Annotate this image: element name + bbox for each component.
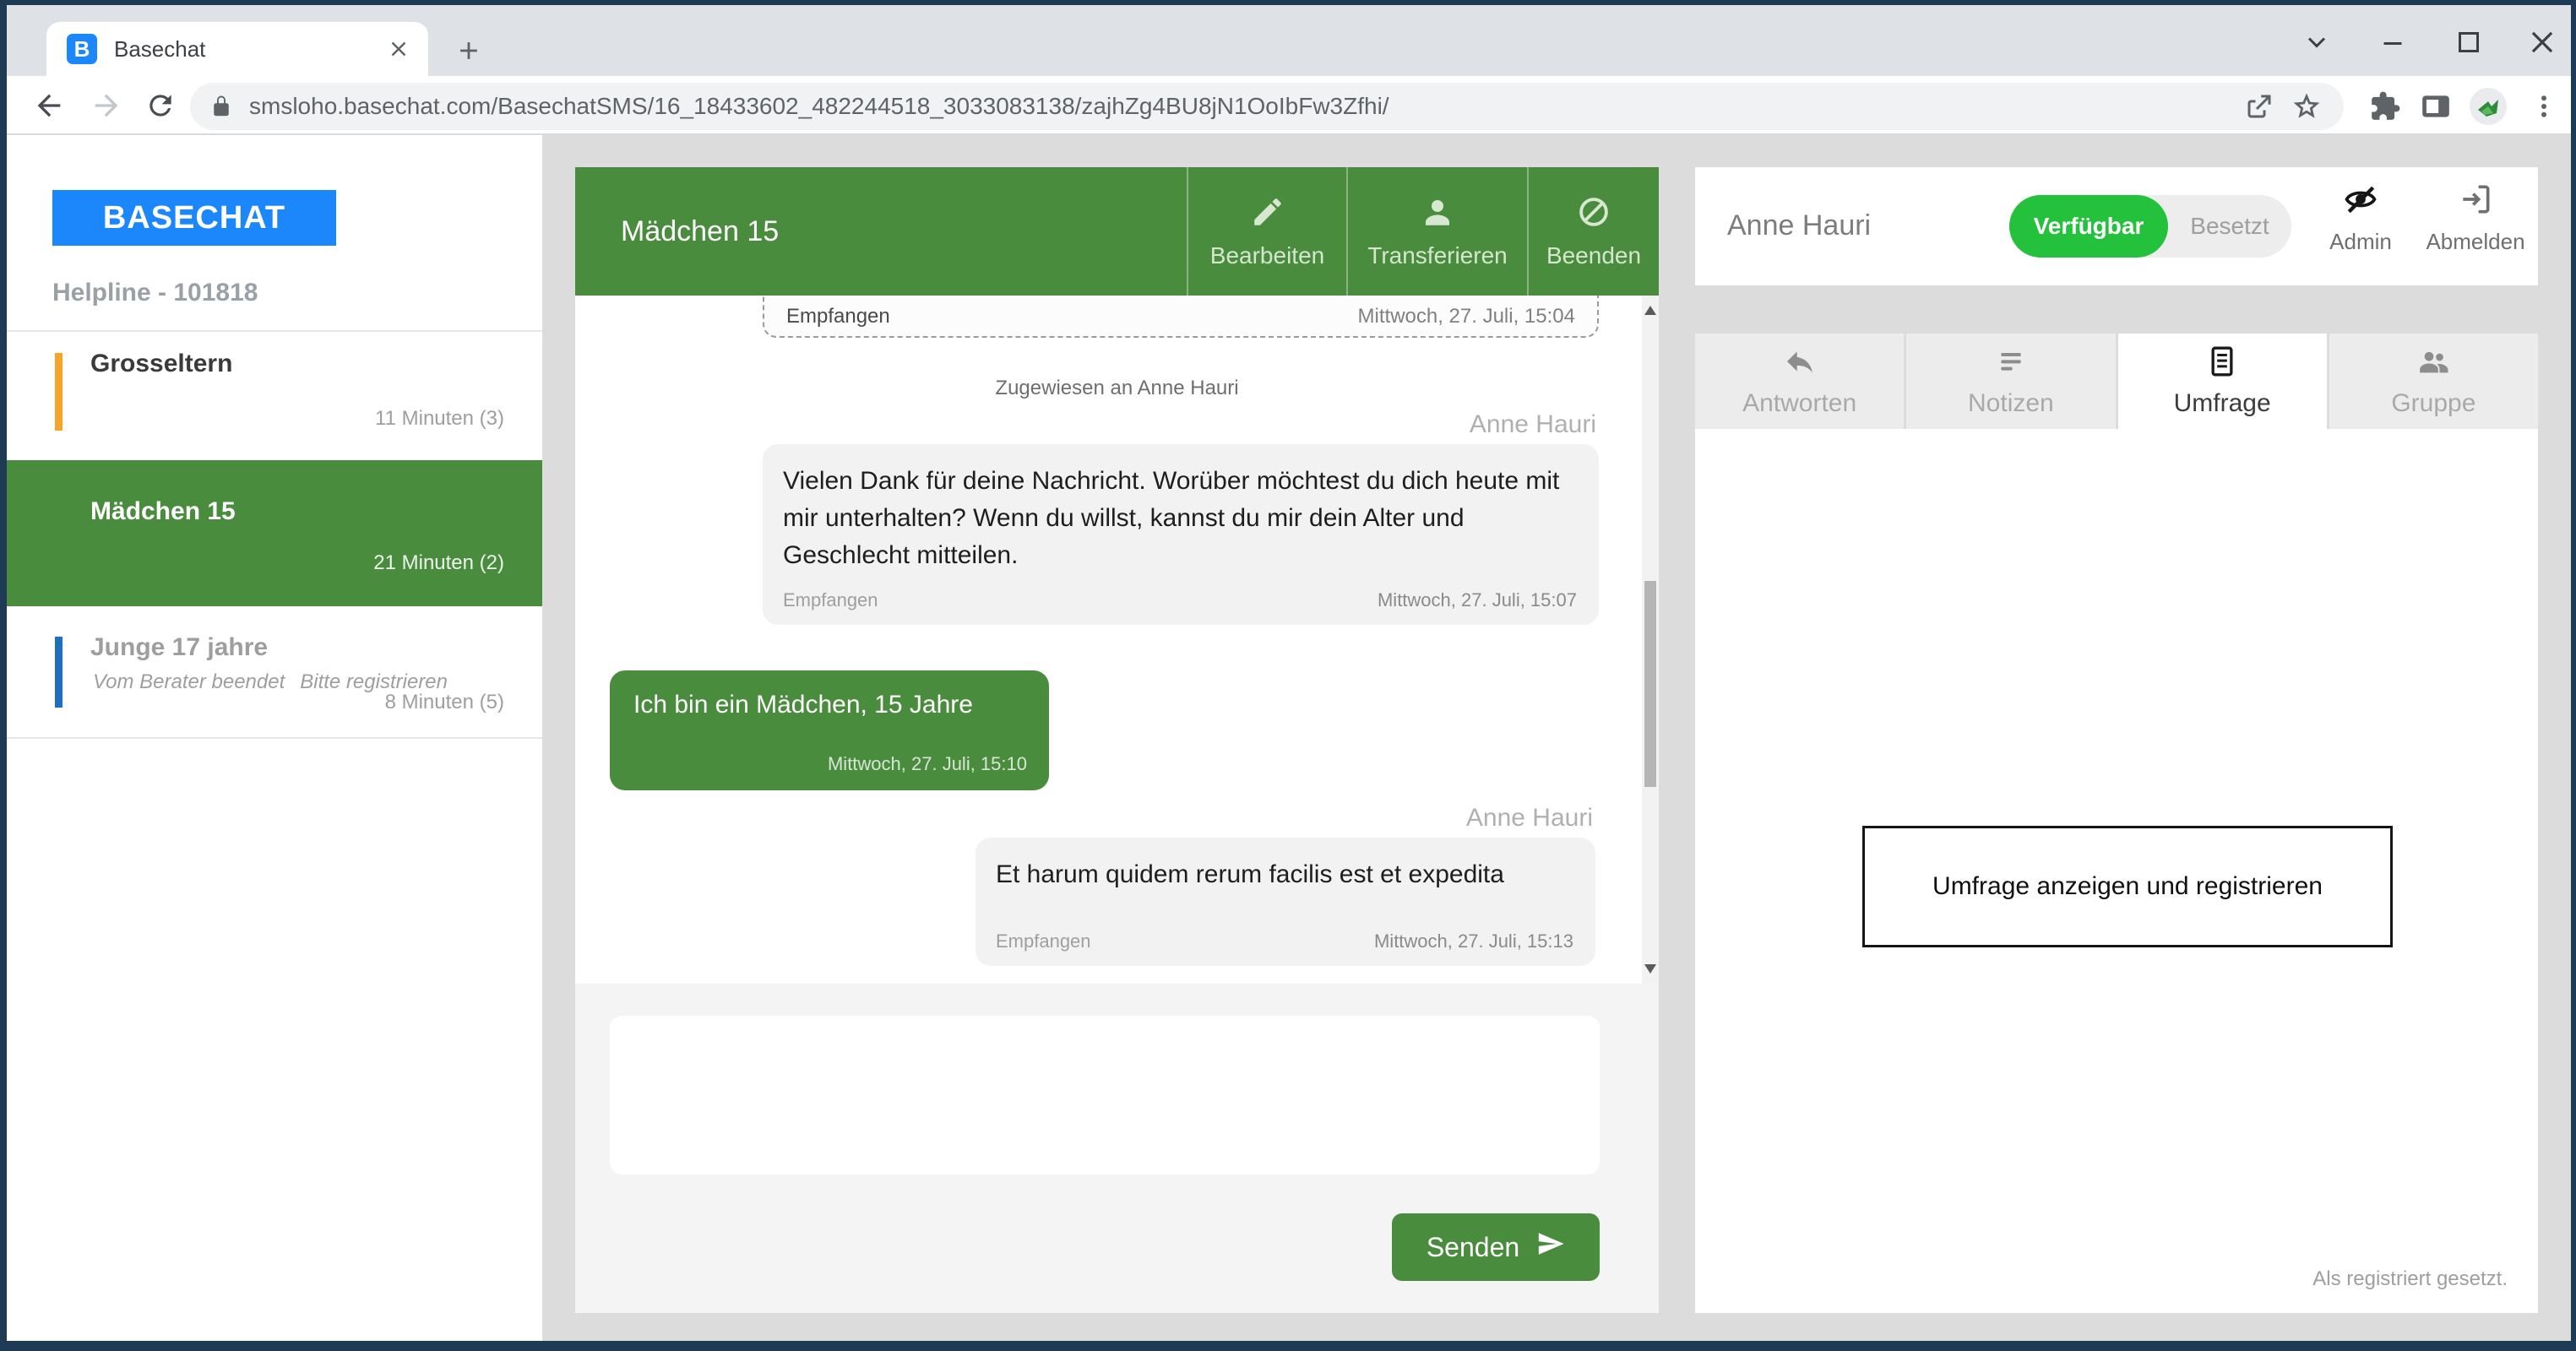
message-status: Empfangen bbox=[786, 305, 890, 328]
chat-list-item-junge-17[interactable]: Junge 17 jahre Vom Berater beendetBitte … bbox=[7, 608, 542, 739]
chat-title: Mädchen 15 bbox=[575, 167, 1187, 296]
eye-off-icon bbox=[2342, 181, 2379, 222]
logout-button[interactable]: Abmelden bbox=[2420, 181, 2531, 255]
message-status: Empfangen bbox=[783, 589, 878, 611]
tab-notizen[interactable]: Notizen bbox=[1906, 334, 2115, 429]
transfer-chat-button[interactable]: Transferieren bbox=[1346, 167, 1527, 296]
send-button[interactable]: Senden bbox=[1392, 1213, 1600, 1281]
message-time: Mittwoch, 27. Juli, 15:07 bbox=[1378, 589, 1577, 611]
logout-icon bbox=[2457, 181, 2494, 222]
umfrage-tab-content: Umfrage anzeigen und registrieren Als re… bbox=[1695, 429, 2538, 1313]
agent-header-card: Anne Hauri Verfügbar Besetzt Admin Abmel… bbox=[1695, 167, 2538, 285]
forward-icon[interactable] bbox=[88, 87, 125, 124]
busy-toggle-option[interactable]: Besetzt bbox=[2168, 195, 2291, 258]
window-frame-bottom bbox=[0, 1341, 2576, 1351]
browser-menu-icon[interactable] bbox=[2522, 84, 2566, 128]
survey-list-icon bbox=[2205, 345, 2239, 383]
basechat-logo[interactable]: BASECHAT bbox=[52, 190, 336, 246]
edit-chat-button[interactable]: Bearbeiten bbox=[1187, 167, 1346, 296]
chat-accent-bar bbox=[55, 637, 62, 708]
chat-list-item-grosseltern[interactable]: Grosseltern 11 Minuten (3) bbox=[7, 338, 542, 458]
chat-header: Mädchen 15 Bearbeiten Transferieren Been… bbox=[575, 167, 1659, 296]
browser-tab[interactable]: B Basechat bbox=[46, 22, 428, 76]
window-maximize-button[interactable] bbox=[2443, 17, 2494, 68]
message-text: Vielen Dank für deine Nachricht. Worüber… bbox=[783, 463, 1580, 574]
group-icon bbox=[2416, 345, 2450, 383]
url-text: smsloho.basechat.com/BasechatSMS/16_1843… bbox=[249, 93, 2236, 120]
chat-panel: Mädchen 15 Bearbeiten Transferieren Been… bbox=[575, 167, 1659, 1313]
message-time: Mittwoch, 27. Juli, 15:10 bbox=[828, 753, 1027, 775]
message-input[interactable] bbox=[610, 1016, 1600, 1175]
message-status: Empfangen bbox=[996, 931, 1091, 952]
tab-close-icon[interactable] bbox=[386, 36, 411, 62]
sidebar: BASECHAT Helpline - 101818 Grosseltern 1… bbox=[7, 135, 542, 1341]
new-tab-button[interactable] bbox=[448, 30, 489, 71]
window-frame-left bbox=[0, 0, 7, 1351]
lock-icon bbox=[209, 94, 234, 119]
assignment-event-text: Zugewiesen an Anne Hauri bbox=[575, 377, 1659, 400]
show-survey-button[interactable]: Umfrage anzeigen und registrieren bbox=[1862, 826, 2393, 947]
composer-area: Senden bbox=[575, 984, 1659, 1313]
chat-item-time: 21 Minuten (2) bbox=[373, 551, 504, 575]
window-close-button[interactable] bbox=[2517, 17, 2568, 68]
bookmark-star-icon[interactable] bbox=[2283, 90, 2330, 122]
side-panel-icon[interactable] bbox=[2414, 84, 2458, 128]
agent-name: Anne Hauri bbox=[1727, 209, 1871, 242]
window-minimize-button[interactable] bbox=[2367, 17, 2418, 68]
chat-list-item-maedchen-15-selected[interactable]: Mädchen 15 21 Minuten (2) bbox=[7, 460, 542, 606]
tab-strip: B Basechat bbox=[7, 5, 2571, 76]
browser-toolbar: smsloho.basechat.com/BasechatSMS/16_1843… bbox=[7, 76, 2571, 135]
notes-lines-icon bbox=[1994, 345, 2028, 383]
client-message-bubble: Ich bin ein Mädchen, 15 Jahre Mittwoch, … bbox=[610, 670, 1049, 790]
message-text: Et harum quidem rerum facilis est et exp… bbox=[996, 856, 1579, 893]
block-icon bbox=[1576, 194, 1611, 234]
chat-item-time: 8 Minuten (5) bbox=[385, 691, 504, 714]
tab-antworten[interactable]: Antworten bbox=[1695, 334, 1904, 429]
back-icon[interactable] bbox=[30, 87, 68, 124]
scrollbar-thumb[interactable] bbox=[1644, 581, 1656, 787]
favicon: B bbox=[67, 34, 97, 64]
message-dashed-truncated: Empfangen Mittwoch, 27. Juli, 15:04 bbox=[763, 296, 1599, 338]
send-icon bbox=[1536, 1229, 1565, 1265]
scroll-down-arrow-icon[interactable] bbox=[1644, 964, 1656, 974]
available-toggle-option[interactable]: Verfügbar bbox=[2009, 195, 2168, 258]
agent-message-bubble: Vielen Dank für deine Nachricht. Worüber… bbox=[763, 444, 1599, 625]
message-time: Mittwoch, 27. Juli, 15:04 bbox=[1358, 305, 1575, 328]
agent-message-bubble: Et harum quidem rerum facilis est et exp… bbox=[976, 838, 1595, 966]
window-frame-right bbox=[2571, 0, 2576, 1351]
messages-scrollbar[interactable] bbox=[1642, 296, 1659, 984]
url-bar[interactable]: smsloho.basechat.com/BasechatSMS/16_1843… bbox=[190, 83, 2344, 130]
panel-tabs: Antworten Notizen Umfrage Gruppe bbox=[1695, 334, 2538, 429]
extensions-puzzle-icon[interactable] bbox=[2363, 84, 2407, 128]
availability-toggle: Verfügbar Besetzt bbox=[2009, 195, 2291, 258]
window-frame-top bbox=[0, 0, 2576, 5]
browser-window: B Basechat bbox=[0, 0, 2576, 1351]
message-author: Anne Hauri bbox=[1466, 804, 1593, 833]
tab-umfrage-active[interactable]: Umfrage bbox=[2118, 334, 2327, 429]
share-icon[interactable] bbox=[2236, 91, 2283, 122]
chat-item-time: 11 Minuten (3) bbox=[375, 407, 504, 431]
chat-item-title: Junge 17 jahre bbox=[90, 633, 268, 662]
chat-accent-bar bbox=[55, 353, 62, 431]
message-time: Mittwoch, 27. Juli, 15:13 bbox=[1374, 931, 1573, 952]
tab-search-chevron-icon[interactable] bbox=[2291, 17, 2342, 68]
person-icon bbox=[1420, 194, 1455, 234]
sidebar-divider bbox=[7, 330, 542, 332]
message-list: Empfangen Mittwoch, 27. Juli, 15:04 Zuge… bbox=[575, 296, 1659, 984]
chat-item-title: Grosseltern bbox=[90, 350, 232, 378]
profile-avatar[interactable] bbox=[2466, 84, 2510, 128]
admin-button[interactable]: Admin bbox=[2310, 181, 2411, 255]
tab-gruppe[interactable]: Gruppe bbox=[2329, 334, 2538, 429]
end-chat-button[interactable]: Beenden bbox=[1527, 167, 1659, 296]
helpline-label: Helpline - 101818 bbox=[52, 279, 258, 307]
message-text: Ich bin ein Mädchen, 15 Jahre bbox=[633, 691, 973, 719]
chat-item-title: Mädchen 15 bbox=[90, 497, 236, 526]
scroll-up-arrow-icon[interactable] bbox=[1644, 306, 1656, 315]
message-author: Anne Hauri bbox=[1470, 410, 1596, 439]
tab-title: Basechat bbox=[114, 36, 386, 62]
reply-icon bbox=[1783, 345, 1817, 383]
pencil-icon bbox=[1250, 194, 1285, 234]
registered-status-note: Als registriert gesetzt. bbox=[2312, 1267, 2508, 1291]
reload-icon[interactable] bbox=[142, 87, 179, 124]
